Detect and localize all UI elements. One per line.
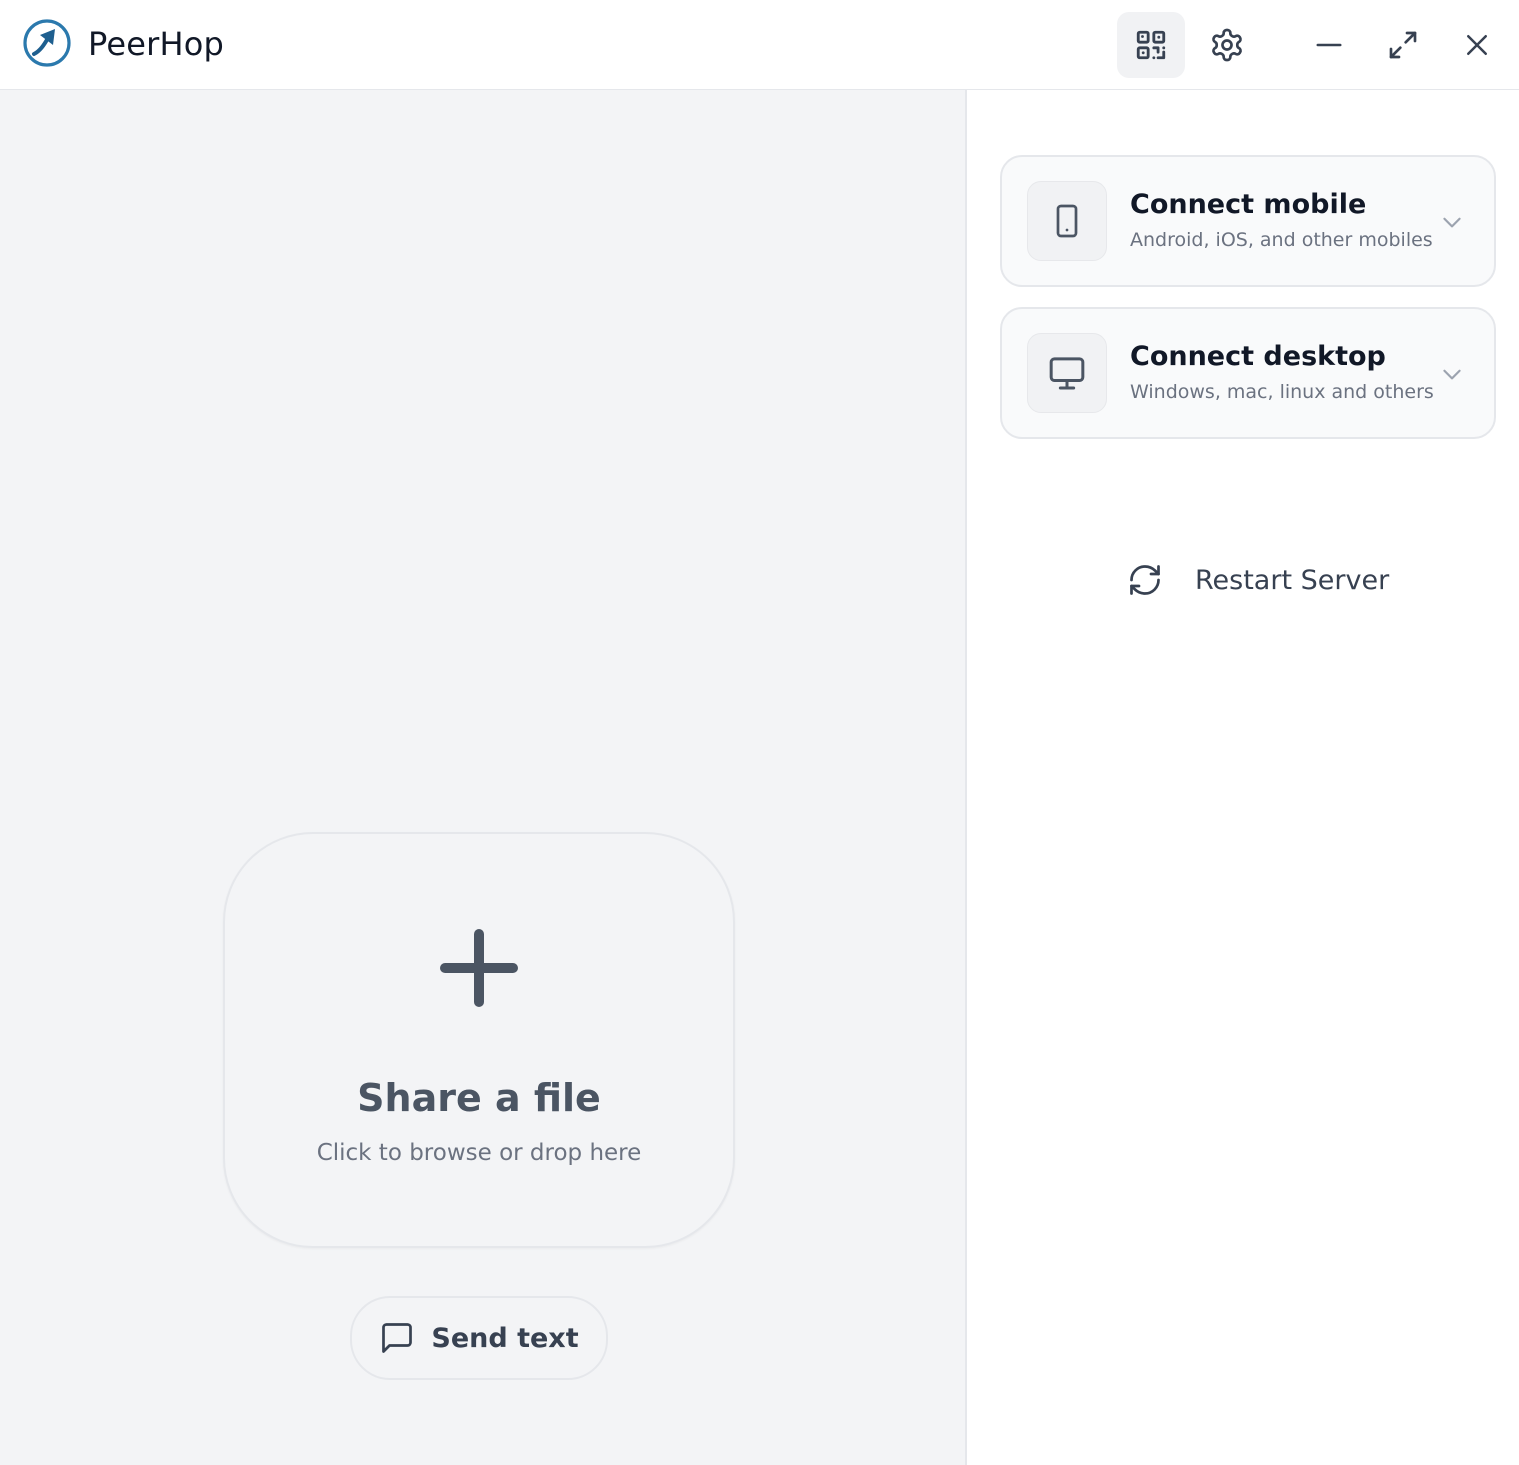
send-text-button[interactable]: Send text [350, 1296, 608, 1380]
share-file-subtitle: Click to browse or drop here [316, 1140, 642, 1166]
message-square-icon [382, 1323, 413, 1353]
settings-button[interactable] [1193, 12, 1261, 78]
file-drop-zone[interactable]: Share a file Click to browse or drop her… [223, 832, 735, 1248]
close-button[interactable] [1443, 12, 1511, 78]
refresh-icon [1130, 565, 1160, 595]
connect-desktop-card[interactable]: Connect desktop Windows, mac, linux and … [1000, 307, 1496, 439]
connect-desktop-title: Connect desktop [1130, 341, 1386, 372]
connect-desktop-subtitle: Windows, mac, linux and others [1130, 381, 1434, 403]
plus-icon [440, 929, 518, 1007]
close-icon [1467, 35, 1487, 55]
minimize-icon [1316, 43, 1342, 47]
restart-server-button[interactable]: Restart Server [1127, 560, 1389, 600]
connect-mobile-title: Connect mobile [1130, 189, 1367, 220]
minimize-button[interactable] [1295, 12, 1363, 78]
chevron-down-icon [1443, 217, 1461, 228]
send-text-label: Send text [431, 1322, 579, 1354]
expand-icon [1389, 31, 1417, 59]
app-title: PeerHop [88, 25, 225, 63]
qr-code-button[interactable] [1117, 12, 1185, 78]
qr-code-icon [1136, 30, 1166, 60]
connect-mobile-subtitle: Android, iOS, and other mobiles [1130, 229, 1433, 251]
connect-pane: Connect mobile Android, iOS, and other m… [967, 90, 1519, 1465]
app-logo-icon [23, 19, 71, 67]
chevron-down-icon [1443, 369, 1461, 380]
title-bar: PeerHop [0, 0, 1519, 90]
gear-icon [1212, 28, 1242, 62]
share-file-title: Share a file [357, 1076, 601, 1120]
share-pane: Share a file Click to browse or drop her… [0, 90, 965, 1465]
restart-server-label: Restart Server [1195, 564, 1390, 596]
smartphone-icon [1056, 204, 1078, 238]
connect-desktop-icon-box [1027, 333, 1107, 413]
connect-mobile-icon-box [1027, 181, 1107, 261]
maximize-button[interactable] [1369, 12, 1437, 78]
connect-mobile-card[interactable]: Connect mobile Android, iOS, and other m… [1000, 155, 1496, 287]
monitor-icon [1049, 357, 1085, 390]
